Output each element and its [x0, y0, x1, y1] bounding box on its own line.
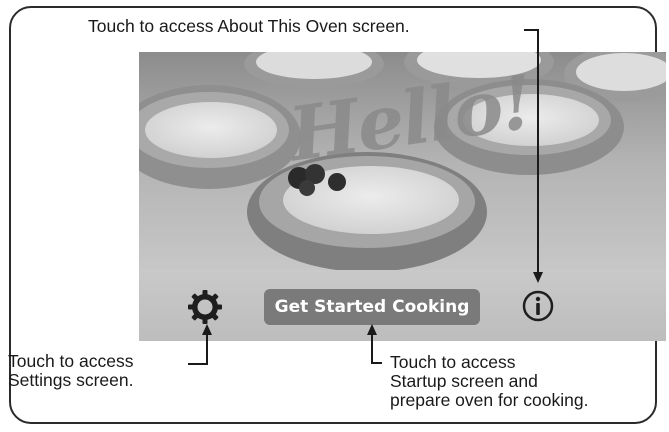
startup-callout-label: Touch to access Startup screen and prepa…: [390, 352, 589, 410]
about-callout-label: Touch to access About This Oven screen.: [88, 16, 410, 36]
settings-callout-label: Touch to access Settings screen.: [8, 351, 134, 390]
